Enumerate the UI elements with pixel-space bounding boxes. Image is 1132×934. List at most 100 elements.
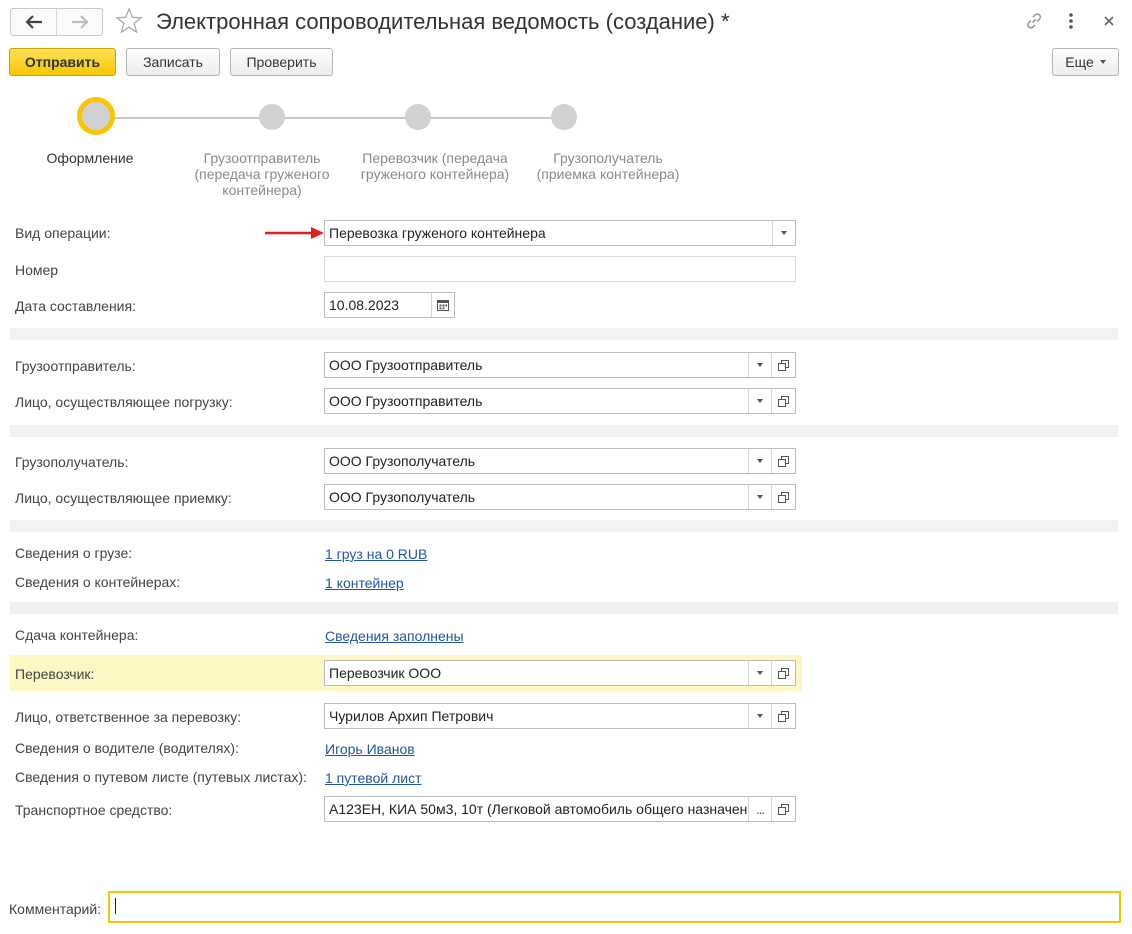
consignee-open-button[interactable]	[771, 449, 795, 473]
section-separator	[10, 602, 1118, 614]
shipper-label: Грузоотправитель:	[15, 358, 136, 374]
comment-label: Комментарий:	[9, 901, 102, 917]
chevron-down-icon	[757, 714, 763, 718]
section-separator	[10, 425, 1118, 437]
receiver-dropdown[interactable]	[748, 485, 771, 509]
forward-button[interactable]	[56, 9, 102, 35]
step-label-4: Грузополучатель (приемка контейнера)	[536, 150, 680, 182]
vehicle-open-button[interactable]	[771, 797, 795, 821]
carrier-value: Перевозчик ООО	[329, 665, 442, 681]
step-dot-2[interactable]	[259, 104, 285, 130]
responsible-select[interactable]: Чурилов Архип Петрович	[324, 703, 796, 729]
comment-input[interactable]	[108, 891, 1121, 923]
carrier-label: Перевозчик:	[15, 666, 95, 682]
step-label-3: Перевозчик (передача груженого контейнер…	[360, 150, 510, 182]
step-label-1: Оформление	[46, 150, 134, 166]
number-input[interactable]	[324, 256, 796, 282]
step-label-2: Грузоотправитель (передача груженого кон…	[194, 150, 330, 198]
shipper-open-button[interactable]	[771, 353, 795, 377]
responsible-dropdown[interactable]	[748, 704, 771, 728]
vehicle-label: Транспортное средство:	[15, 802, 173, 818]
close-button[interactable]	[1097, 9, 1121, 33]
chevron-down-icon	[781, 231, 787, 235]
dropdown-arrow-icon	[1099, 60, 1106, 64]
open-window-icon	[778, 359, 789, 371]
date-field[interactable]: 10.08.2023	[324, 292, 455, 318]
favorite-star-icon[interactable]	[115, 7, 143, 35]
step-dot-4[interactable]	[551, 104, 577, 130]
containers-info-label: Сведения о контейнерах:	[15, 574, 181, 590]
receiver-open-button[interactable]	[771, 485, 795, 509]
open-window-icon	[778, 395, 789, 407]
chevron-down-icon	[757, 495, 763, 499]
open-window-icon	[778, 491, 789, 503]
cargo-info-label: Сведения о грузе:	[15, 545, 133, 561]
loader-value: ООО Грузоотправитель	[329, 393, 483, 409]
number-label: Номер	[15, 262, 59, 278]
calendar-icon	[437, 300, 449, 311]
loader-open-button[interactable]	[771, 389, 795, 413]
waybills-link[interactable]: 1 путевой лист	[325, 769, 421, 787]
link-icon	[1027, 13, 1042, 29]
step-dot-1[interactable]	[77, 97, 115, 135]
stepper-line	[114, 117, 558, 119]
operation-type-dropdown[interactable]	[772, 221, 795, 245]
back-button[interactable]	[11, 9, 56, 35]
section-separator	[10, 520, 1118, 532]
consignee-label: Грузополучатель:	[15, 454, 129, 470]
close-icon	[1104, 16, 1114, 26]
arrow-left-icon	[24, 15, 42, 29]
responsible-open-button[interactable]	[771, 704, 795, 728]
check-button[interactable]: Проверить	[230, 48, 333, 76]
open-window-icon	[778, 667, 789, 679]
text-caret	[115, 898, 116, 914]
shipper-select[interactable]: ООО Грузоотправитель	[324, 352, 796, 378]
drivers-link[interactable]: Игорь Иванов	[325, 740, 415, 758]
link-button[interactable]	[1022, 9, 1046, 33]
more-button[interactable]: Еще	[1052, 48, 1119, 76]
consignee-value: ООО Грузополучатель	[329, 453, 476, 469]
loader-label: Лицо, осуществляющее погрузку:	[15, 394, 233, 410]
section-separator	[10, 328, 1118, 340]
receiver-select[interactable]: ООО Грузополучатель	[324, 484, 796, 510]
responsible-label: Лицо, ответственное за перевозку:	[15, 709, 242, 725]
responsible-value: Чурилов Архип Петрович	[329, 708, 494, 724]
chevron-down-icon	[757, 363, 763, 367]
vehicle-value: А123ЕН, КИА 50м3, 10т (Легковой автомоби…	[329, 801, 748, 817]
calendar-button[interactable]	[431, 293, 454, 317]
open-window-icon	[778, 455, 789, 467]
consignee-select[interactable]: ООО Грузополучатель	[324, 448, 796, 474]
loader-dropdown[interactable]	[748, 389, 771, 413]
chevron-down-icon	[757, 671, 763, 675]
vehicle-select[interactable]: А123ЕН, КИА 50м3, 10т (Легковой автомоби…	[324, 796, 796, 822]
save-button[interactable]: Записать	[126, 48, 220, 76]
shipper-dropdown[interactable]	[748, 353, 771, 377]
container-handover-label: Сдача контейнера:	[15, 627, 139, 643]
shipper-value: ООО Грузоотправитель	[329, 357, 483, 373]
send-button[interactable]: Отправить	[9, 48, 116, 76]
vehicle-choose-button[interactable]: ...	[748, 797, 771, 821]
receiver-value: ООО Грузополучатель	[329, 489, 476, 505]
red-arrow-pointer	[265, 227, 324, 239]
comment-caret-anchor	[108, 891, 116, 914]
step-dot-3[interactable]	[405, 104, 431, 130]
chevron-down-icon	[757, 399, 763, 403]
carrier-select[interactable]: Перевозчик ООО	[324, 660, 796, 686]
chevron-down-icon	[757, 459, 763, 463]
window-title: Электронная сопроводительная ведомость (…	[156, 9, 730, 34]
open-window-icon	[778, 710, 789, 722]
container-handover-link[interactable]: Сведения заполнены	[325, 627, 464, 645]
containers-info-link[interactable]: 1 контейнер	[325, 574, 404, 592]
loader-select[interactable]: ООО Грузоотправитель	[324, 388, 796, 414]
menu-button[interactable]	[1059, 9, 1083, 33]
date-label: Дата составления:	[15, 298, 136, 314]
consignee-dropdown[interactable]	[748, 449, 771, 473]
open-window-icon	[778, 803, 789, 815]
kebab-menu-icon	[1069, 13, 1073, 29]
carrier-open-button[interactable]	[771, 661, 795, 685]
carrier-dropdown[interactable]	[748, 661, 771, 685]
cargo-info-link[interactable]: 1 груз на 0 RUB	[325, 545, 427, 563]
navigation-group	[10, 8, 103, 36]
drivers-label: Сведения о водителе (водителях):	[15, 740, 239, 756]
operation-type-select[interactable]: Перевозка груженого контейнера	[324, 220, 796, 246]
